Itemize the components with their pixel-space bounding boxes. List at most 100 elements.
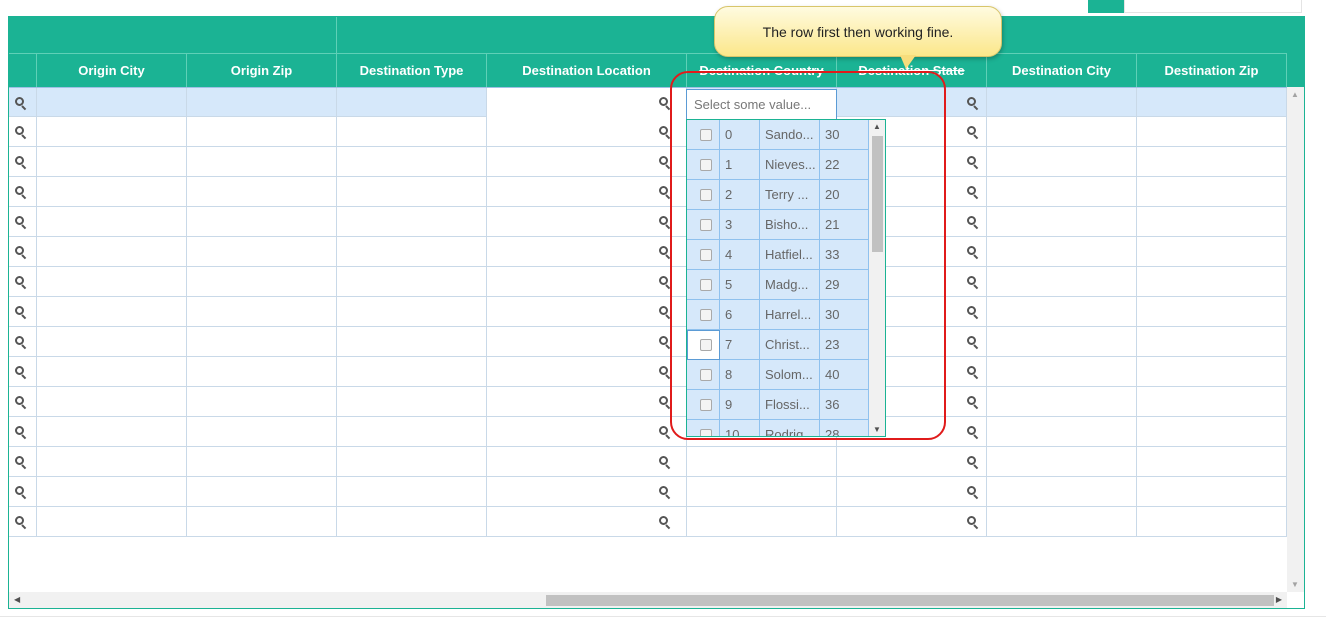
table-cell-filter[interactable] [9,237,37,267]
search-icon[interactable] [15,216,27,230]
table-cell-filter[interactable] [9,267,37,297]
table-cell-destination-city[interactable] [987,237,1137,267]
table-cell-origin-zip[interactable] [187,297,337,327]
search-icon[interactable] [967,366,979,380]
table-cell-destination-location[interactable] [487,357,687,387]
table-cell-origin-zip[interactable] [187,207,337,237]
table-cell-destination-city[interactable] [987,88,1137,118]
table-cell-destination-location[interactable] [487,267,687,297]
search-icon[interactable] [15,396,27,410]
table-cell-destination-type[interactable] [337,327,487,357]
table-cell-destination-type[interactable] [337,357,487,387]
table-cell-destination-type[interactable] [337,447,487,477]
table-cell-origin-city[interactable] [37,297,187,327]
table-cell-origin-zip[interactable] [187,88,337,118]
table-cell-destination-location[interactable] [487,177,687,207]
search-icon[interactable] [15,456,27,470]
table-cell-origin-city[interactable] [37,147,187,177]
table-row[interactable] [9,87,1287,118]
table-cell-destination-zip[interactable] [1137,447,1287,477]
table-cell-destination-city[interactable] [987,387,1137,417]
search-icon[interactable] [967,246,979,260]
table-cell-filter[interactable] [9,507,37,537]
table-cell-origin-city[interactable] [37,207,187,237]
scroll-down-icon[interactable]: ▼ [1291,580,1299,589]
search-icon[interactable] [967,126,979,140]
search-icon[interactable] [967,456,979,470]
table-cell-origin-city[interactable] [37,88,187,118]
table-cell-destination-type[interactable] [337,88,487,118]
table-cell-destination-zip[interactable] [1137,267,1287,297]
table-cell-destination-location[interactable] [487,207,687,237]
table-cell-destination-zip[interactable] [1137,237,1287,267]
table-row[interactable] [9,267,1287,297]
table-cell-destination-country[interactable] [687,507,837,537]
table-cell-origin-city[interactable] [37,507,187,537]
table-cell-origin-zip[interactable] [187,147,337,177]
table-row[interactable] [9,357,1287,387]
table-cell-filter[interactable] [9,327,37,357]
search-icon[interactable] [967,486,979,500]
search-icon[interactable] [15,246,27,260]
table-cell-filter[interactable] [9,207,37,237]
search-icon[interactable] [15,156,27,170]
search-icon[interactable] [15,486,27,500]
table-cell-origin-zip[interactable] [187,417,337,447]
header-origin-city[interactable]: Origin City [37,54,187,88]
table-cell-destination-location[interactable] [487,297,687,327]
table-row[interactable] [9,387,1287,417]
table-cell-origin-city[interactable] [37,177,187,207]
table-cell-origin-zip[interactable] [187,267,337,297]
header-origin-zip[interactable]: Origin Zip [187,54,337,88]
table-cell-destination-city[interactable] [987,477,1137,507]
horizontal-scrollbar[interactable]: ◀ ▶ [9,592,1287,608]
table-cell-destination-type[interactable] [337,387,487,417]
table-row[interactable] [9,117,1287,147]
vertical-scrollbar[interactable]: ▲ ▼ [1287,87,1304,592]
table-cell-destination-city[interactable] [987,417,1137,447]
table-cell-destination-city[interactable] [987,297,1137,327]
table-row[interactable] [9,477,1287,507]
search-icon[interactable] [967,216,979,230]
table-cell-origin-city[interactable] [37,357,187,387]
table-cell-origin-zip[interactable] [187,507,337,537]
search-icon[interactable] [659,516,671,530]
search-icon[interactable] [15,516,27,530]
table-cell-destination-type[interactable] [337,507,487,537]
table-cell-destination-location[interactable] [487,477,687,507]
horizontal-scroll-thumb[interactable] [546,595,1274,606]
scroll-left-icon[interactable]: ◀ [14,595,20,604]
table-cell-origin-city[interactable] [37,237,187,267]
scroll-right-icon[interactable]: ▶ [1276,595,1282,604]
table-cell-filter[interactable] [9,357,37,387]
table-cell-origin-city[interactable] [37,267,187,297]
search-icon[interactable] [967,306,979,320]
table-cell-destination-type[interactable] [337,177,487,207]
table-cell-origin-city[interactable] [37,327,187,357]
table-cell-destination-zip[interactable] [1137,387,1287,417]
table-cell-origin-city[interactable] [37,477,187,507]
table-cell-destination-zip[interactable] [1137,88,1287,118]
table-cell-destination-city[interactable] [987,357,1137,387]
table-cell-origin-zip[interactable] [187,447,337,477]
table-cell-filter[interactable] [9,147,37,177]
table-cell-destination-state[interactable] [837,477,987,507]
table-cell-destination-location[interactable] [487,447,687,477]
table-cell-destination-zip[interactable] [1137,297,1287,327]
table-cell-destination-city[interactable] [987,207,1137,237]
table-cell-origin-zip[interactable] [187,237,337,267]
table-cell-destination-zip[interactable] [1137,117,1287,147]
table-cell-destination-city[interactable] [987,327,1137,357]
table-cell-destination-country[interactable] [687,477,837,507]
table-cell-origin-zip[interactable] [187,387,337,417]
header-destination-location[interactable]: Destination Location [487,54,687,88]
table-cell-destination-zip[interactable] [1137,507,1287,537]
table-row[interactable] [9,417,1287,447]
table-cell-destination-state[interactable] [837,447,987,477]
search-icon[interactable] [15,306,27,320]
search-icon[interactable] [967,396,979,410]
table-cell-filter[interactable] [9,297,37,327]
table-cell-destination-city[interactable] [987,267,1137,297]
search-icon[interactable] [15,276,27,290]
table-cell-origin-city[interactable] [37,387,187,417]
